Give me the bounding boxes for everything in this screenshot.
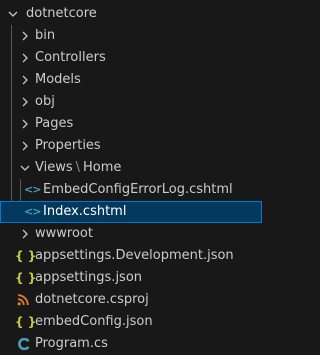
folder-label: Pages xyxy=(35,116,74,131)
tree-item-views-home[interactable]: Views \ Home xyxy=(0,157,262,179)
tree-item-wwwroot[interactable]: wwwroot xyxy=(0,223,262,245)
path-separator: \ xyxy=(75,160,81,175)
json-file-icon: { } xyxy=(15,271,37,285)
chevron-right-icon[interactable] xyxy=(18,25,32,47)
tree-item-appsettings[interactable]: { } appsettings.json xyxy=(0,267,262,289)
views-home-children: <> EmbedConfigErrorLog.cshtml <> Index.c… xyxy=(0,179,262,223)
file-label: embedConfig.json xyxy=(35,314,153,329)
tree-item-obj[interactable]: obj xyxy=(0,91,262,113)
file-label: Index.cshtml xyxy=(43,204,127,219)
tree-item-properties[interactable]: Properties xyxy=(0,135,262,157)
tree-item-models[interactable]: Models xyxy=(0,69,262,91)
json-file-icon: { } xyxy=(15,249,37,263)
file-label: Program.cs xyxy=(35,336,108,351)
rss-file-icon xyxy=(15,289,31,311)
folder-label: dotnetcore xyxy=(26,6,97,21)
chevron-right-icon[interactable] xyxy=(18,113,32,135)
tree-item-dotnetcore[interactable]: dotnetcore xyxy=(0,3,262,25)
file-label: appsettings.Development.json xyxy=(35,248,234,263)
tree-item-embed-config-error-log[interactable]: <> EmbedConfigErrorLog.cshtml xyxy=(0,179,262,201)
tree-item-controllers[interactable]: Controllers xyxy=(0,47,262,69)
razor-file-icon: <> xyxy=(24,183,41,196)
file-label: appsettings.json xyxy=(35,270,143,285)
chevron-down-icon[interactable] xyxy=(18,157,32,179)
chevron-right-icon[interactable] xyxy=(18,47,32,69)
folder-label: Controllers xyxy=(35,50,106,65)
tree-item-bin[interactable]: bin xyxy=(0,25,262,47)
razor-file-icon: <> xyxy=(24,205,41,218)
csharp-file-icon xyxy=(15,333,31,355)
chevron-right-icon[interactable] xyxy=(18,135,32,157)
folder-label: Models xyxy=(35,72,81,87)
json-file-icon: { } xyxy=(15,315,37,329)
folder-label: bin xyxy=(35,28,56,43)
tree-item-appsettings-development[interactable]: { } appsettings.Development.json xyxy=(0,245,262,267)
chevron-right-icon[interactable] xyxy=(18,69,32,91)
chevron-right-icon[interactable] xyxy=(18,91,32,113)
folder-label: Properties xyxy=(35,138,101,153)
views-label: Views xyxy=(35,160,73,175)
folder-label: obj xyxy=(35,94,55,109)
home-label: Home xyxy=(83,160,122,175)
tree-item-program-cs[interactable]: Program.cs xyxy=(0,333,262,355)
tree-item-index-cshtml[interactable]: <> Index.cshtml xyxy=(0,201,262,223)
folder-label: Views \ Home xyxy=(35,157,121,179)
tree-item-csproj[interactable]: dotnetcore.csproj xyxy=(0,289,262,311)
file-label: dotnetcore.csproj xyxy=(35,292,149,307)
tree-item-embed-config-json[interactable]: { } embedConfig.json xyxy=(0,311,262,333)
folder-label: wwwroot xyxy=(35,226,93,241)
file-explorer-tree: dotnetcore bin Controllers Models obj Pa… xyxy=(0,0,262,355)
tree-item-pages[interactable]: Pages xyxy=(0,113,262,135)
file-label: EmbedConfigErrorLog.cshtml xyxy=(43,182,233,197)
chevron-down-icon[interactable] xyxy=(6,3,20,25)
chevron-right-icon[interactable] xyxy=(18,223,32,245)
root-children: bin Controllers Models obj Pages Propert… xyxy=(0,25,262,355)
